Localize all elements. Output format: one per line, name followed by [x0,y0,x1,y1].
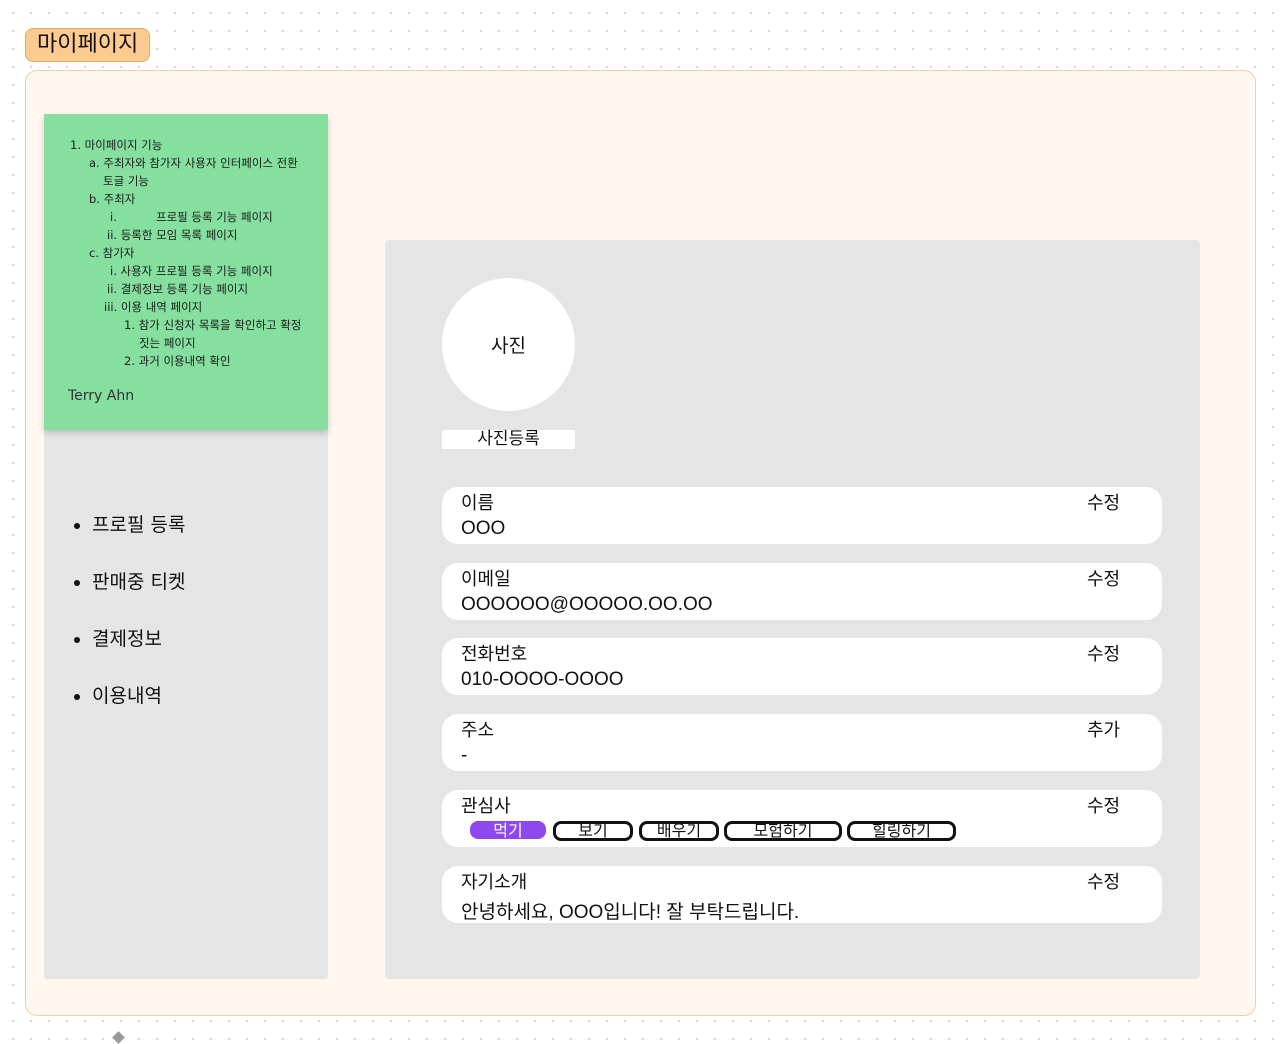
interest-tag-watch[interactable]: 보기 [553,821,633,841]
interest-tag-eat[interactable]: 먹기 [470,821,546,840]
field-phone: 전화번호 수정 010-OOOO-OOOO [442,638,1162,695]
field-label: 관심사 [461,796,511,817]
note-line: a. 주최자와 참가자 사용자 인터페이스 전환 [89,156,298,170]
field-label: 이메일 [461,569,511,590]
field-value: 안녕하세요, OOO입니다! 잘 부탁드립니다. [461,902,800,923]
sticky-note[interactable]: 1. 마이페이지 기능 a. 주최자와 참가자 사용자 인터페이스 전환 토글 … [44,114,328,430]
note-line: 1. 참가 신청자 목록을 확인하고 확정 [124,318,302,332]
edit-email-button[interactable]: 수정 [1087,565,1120,591]
interest-tag-learn[interactable]: 배우기 [639,821,719,841]
note-line: i. [110,210,117,224]
note-line: 2. 과거 이용내역 확인 [124,354,231,368]
note-line: 짓는 페이지 [139,336,196,350]
photo-placeholder: 사진 [491,335,526,357]
note-line: 프로필 등록 기능 페이지 [156,210,273,224]
note-line: 1. 마이페이지 기능 [70,138,163,152]
add-address-button[interactable]: 추가 [1087,716,1120,742]
field-value: 010-OOOO-OOOO [461,669,624,690]
note-line: i. 사용자 프로필 등록 기능 페이지 [110,264,273,278]
sidebar-item-payment[interactable]: 결제정보 [72,626,185,683]
photo-upload-button[interactable]: 사진등록 [442,430,575,449]
interest-tag-adventure[interactable]: 모험하기 [724,821,842,841]
field-introduction: 자기소개 수정 안녕하세요, OOO입니다! 잘 부탁드립니다. [442,866,1162,923]
note-line: b. 주최자 [89,192,136,206]
sidebar-item-profile[interactable]: 프로필 등록 [72,512,185,569]
field-label: 주소 [461,720,495,741]
field-address: 주소 추가 - [442,714,1162,771]
field-value: OOO [461,518,506,539]
profile-photo: 사진 [442,278,575,411]
note-line: 토글 기능 [103,174,149,188]
sidebar-item-tickets[interactable]: 판매중 티켓 [72,569,185,626]
sidebar-nav: 프로필 등록 판매중 티켓 결제정보 이용내역 [72,512,185,740]
frame-title: 마이페이지 [25,28,151,62]
note-author: Terry Ahn [68,388,135,404]
note-line: ii. 결제정보 등록 기능 페이지 [107,282,249,296]
field-value: - [461,745,468,766]
edit-phone-button[interactable]: 수정 [1087,640,1120,666]
edit-name-button[interactable]: 수정 [1087,489,1120,515]
note-line: ii. 등록한 모임 목록 페이지 [107,228,238,242]
field-label: 이름 [461,493,495,514]
note-line: iii. 이용 내역 페이지 [104,300,203,314]
interest-tag-healing[interactable]: 힐링하기 [847,821,956,841]
edit-introduction-button[interactable]: 수정 [1087,868,1120,894]
sidebar-item-history[interactable]: 이용내역 [72,683,185,740]
field-email: 이메일 수정 OOOOOO@OOOOO.OO.OO [442,563,1162,620]
edit-interests-button[interactable]: 수정 [1087,792,1120,818]
field-name: 이름 수정 OOO [442,487,1162,544]
note-line: c. 참가자 [89,246,135,260]
cursor-icon [112,1031,125,1044]
field-label: 전화번호 [461,644,528,665]
field-interests: 관심사 수정 먹기 보기 배우기 모험하기 힐링하기 [442,790,1162,847]
field-label: 자기소개 [461,872,528,893]
field-value: OOOOOO@OOOOO.OO.OO [461,594,713,615]
